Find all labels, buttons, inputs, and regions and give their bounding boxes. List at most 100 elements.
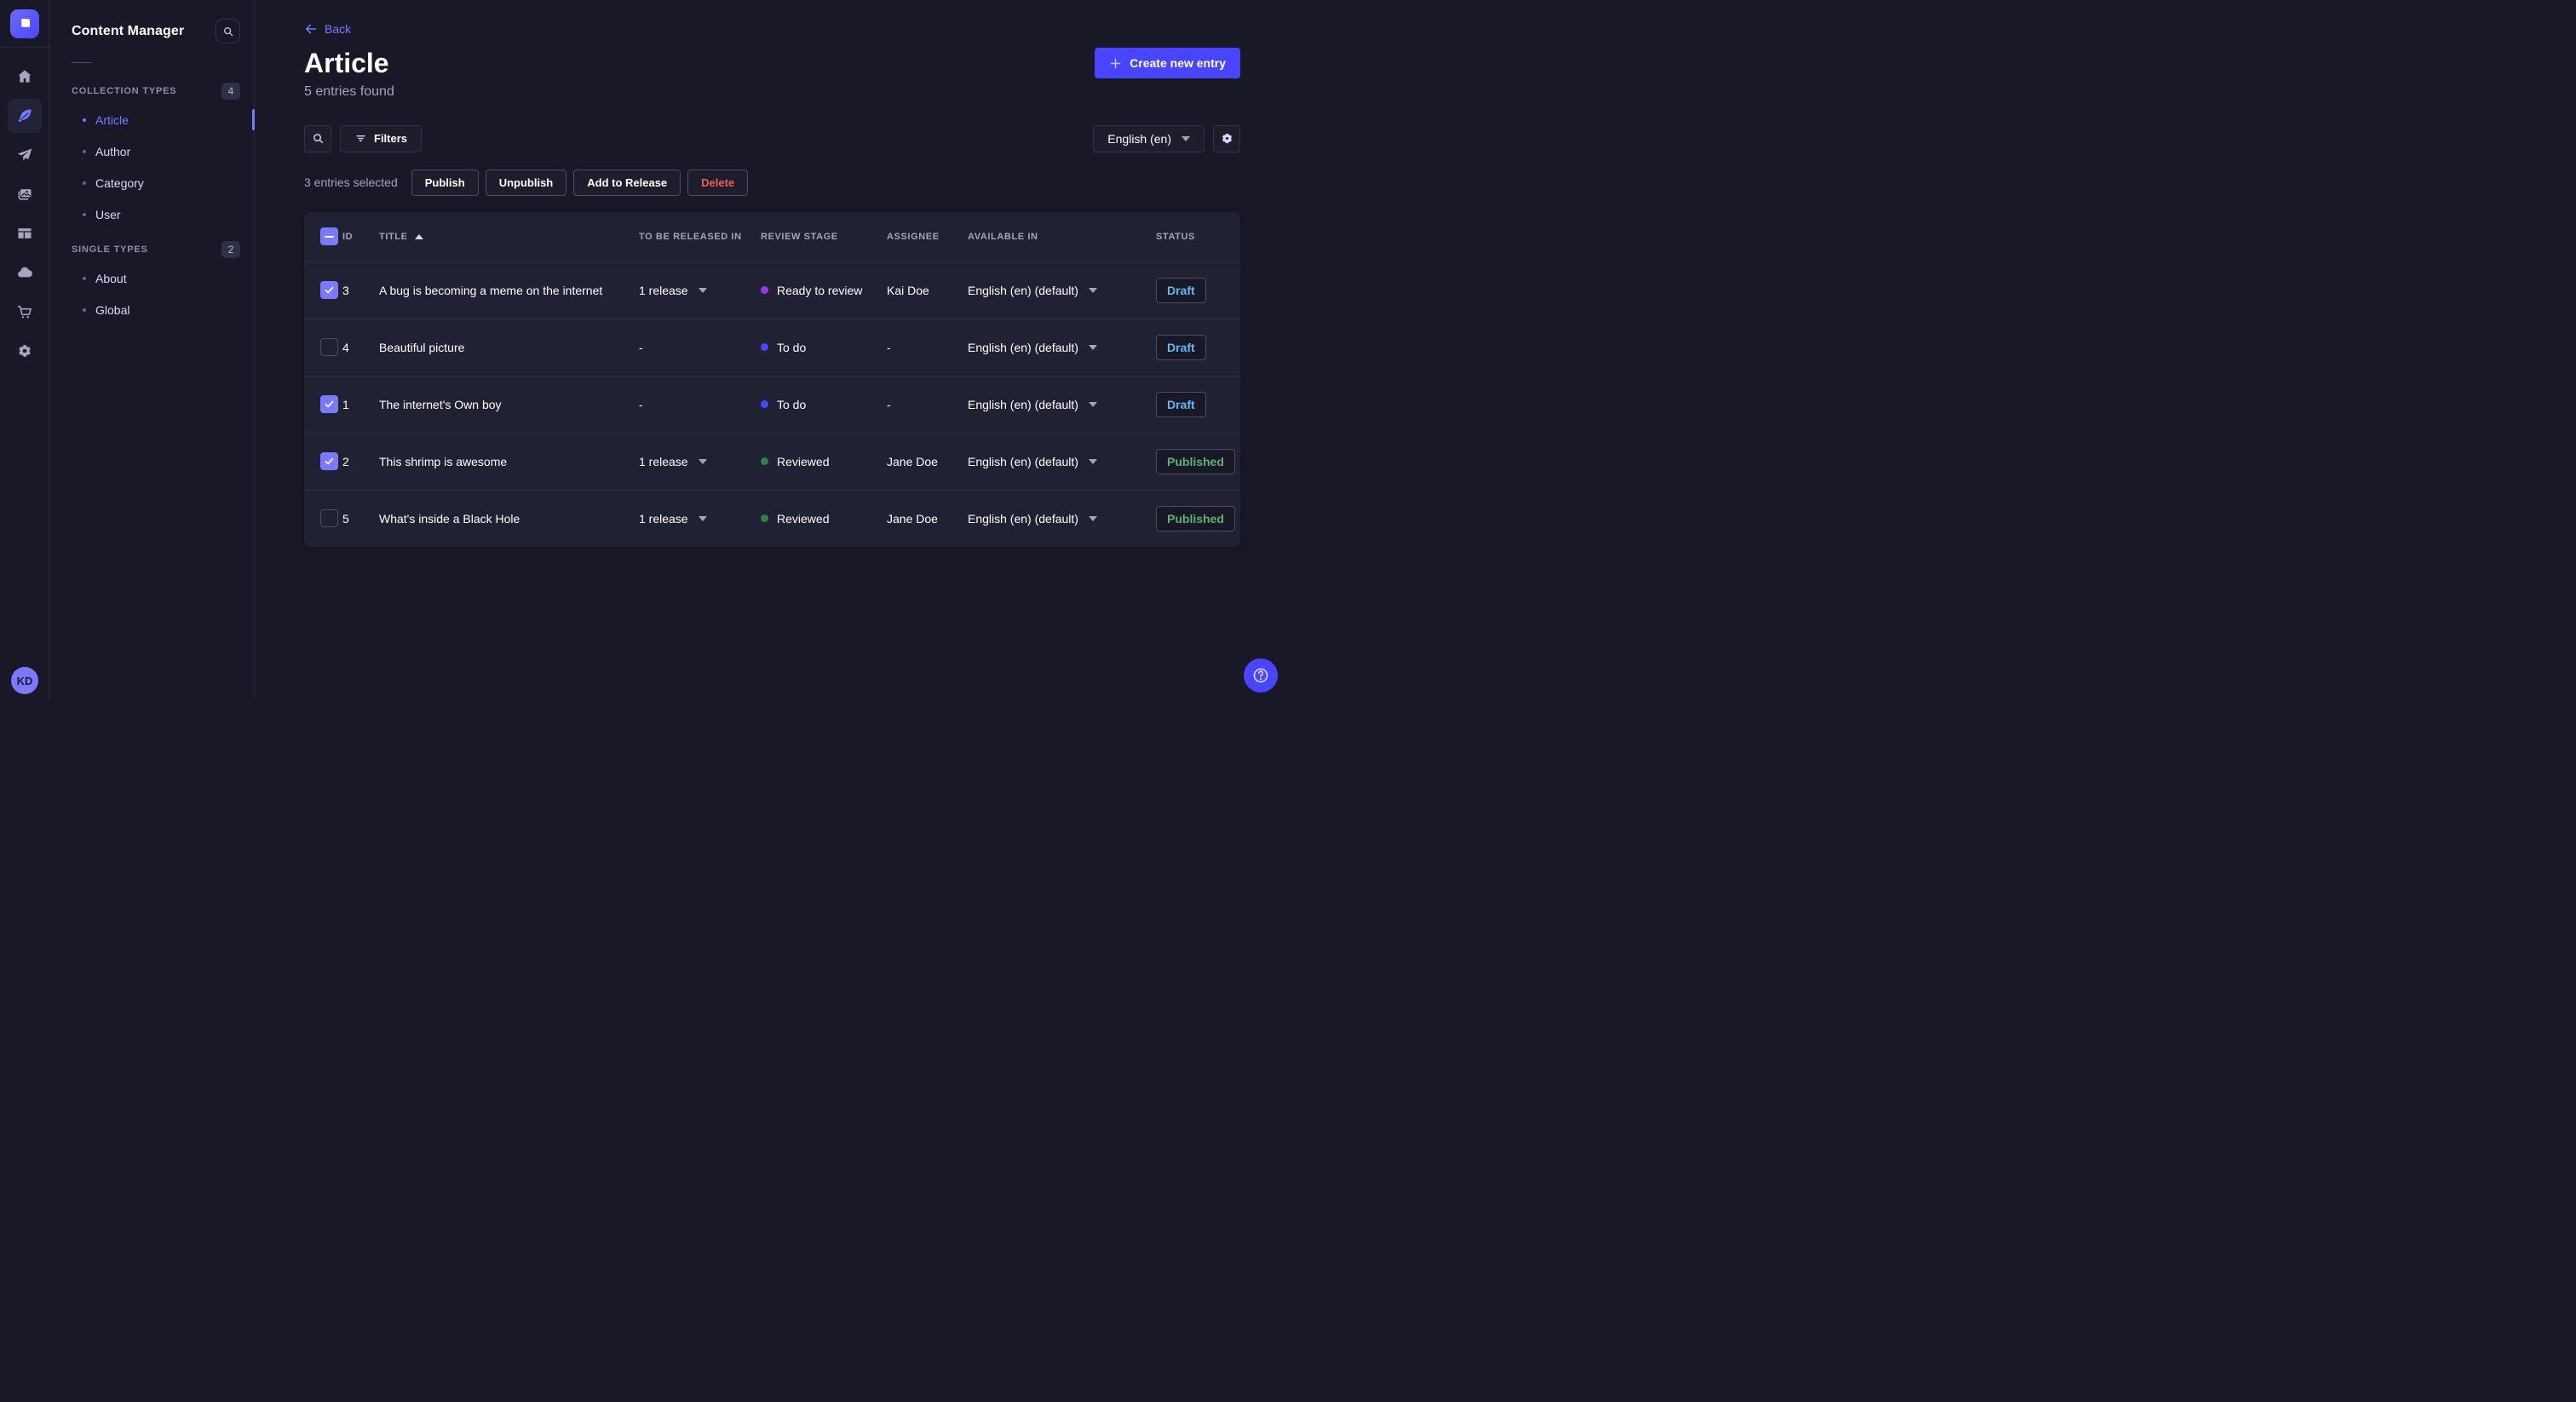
row-released-value: -: [639, 397, 643, 411]
section-count-badge: 2: [221, 241, 240, 258]
status-badge: Draft: [1156, 391, 1206, 417]
row-available-in[interactable]: English (en) (default): [968, 284, 1156, 297]
sidebar-item-label: User: [95, 207, 121, 221]
row-id: 5: [342, 511, 349, 526]
table-row[interactable]: 5 What's inside a Black Hole 1 release R…: [304, 489, 1240, 547]
row-checkbox[interactable]: [320, 281, 338, 300]
sidebar-item-label: Category: [95, 175, 144, 190]
locale-value: English (en): [1107, 131, 1171, 146]
entries-table: ID TITLE TO BE RELEASED IN REVIEW STAGE …: [304, 211, 1240, 547]
row-title: The internet's Own boy: [379, 397, 502, 411]
table-row[interactable]: 2 This shrimp is awesome 1 release Revie…: [304, 432, 1240, 490]
row-review-stage: To do: [761, 398, 887, 411]
column-header-status[interactable]: STATUS: [1156, 232, 1240, 242]
strapi-logo[interactable]: [0, 0, 49, 48]
row-available-in[interactable]: English (en) (default): [968, 398, 1156, 411]
publish-button[interactable]: Publish: [411, 169, 479, 196]
row-released-in[interactable]: 1 release: [639, 284, 761, 297]
help-button[interactable]: [1244, 658, 1278, 692]
row-checkbox[interactable]: [320, 395, 338, 414]
row-released-in[interactable]: 1 release: [639, 455, 761, 468]
column-header-title[interactable]: TITLE: [379, 232, 639, 242]
row-status: Published: [1156, 448, 1240, 474]
row-assignee: Kai Doe: [887, 283, 929, 297]
table-row[interactable]: 1 The internet's Own boy - To do - Engli…: [304, 375, 1240, 433]
sidebar-item-author[interactable]: Author: [72, 135, 240, 167]
row-checkbox[interactable]: [320, 338, 338, 357]
chevron-down-icon: [1088, 515, 1097, 521]
row-review-stage: Reviewed: [761, 512, 887, 526]
select-all-checkbox[interactable]: [320, 227, 338, 246]
sidebar-item-user[interactable]: User: [72, 198, 240, 230]
row-released-value: 1 release: [639, 511, 688, 526]
status-badge: Draft: [1156, 277, 1206, 303]
sidebar-item-about[interactable]: About: [72, 262, 240, 294]
section-label: SINGLE TYPES: [72, 244, 148, 255]
sidebar-item-label: About: [95, 271, 127, 285]
entries-count: 5 entries found: [304, 83, 394, 99]
stage-label: To do: [777, 340, 807, 354]
content-feather-icon[interactable]: [7, 99, 42, 133]
row-assignee: -: [887, 397, 891, 411]
column-header-id[interactable]: ID: [342, 232, 379, 242]
table-row[interactable]: 4 Beautiful picture - To do - English (e…: [304, 318, 1240, 376]
row-title: What's inside a Black Hole: [379, 511, 520, 526]
settings-gear-icon[interactable]: [8, 334, 42, 368]
stage-label: Ready to review: [777, 283, 863, 297]
content-manager-subnav: Content Manager COLLECTION TYPES 4 Article…: [49, 0, 255, 701]
release-plane-icon[interactable]: [8, 138, 42, 172]
locale-select[interactable]: English (en): [1093, 124, 1205, 152]
search-icon[interactable]: [216, 19, 240, 43]
column-header-review-stage[interactable]: REVIEW STAGE: [761, 232, 887, 242]
row-assignee: Jane Doe: [887, 454, 938, 468]
cloud-icon[interactable]: [8, 256, 42, 290]
settings-gear-icon[interactable]: [1213, 124, 1240, 152]
table-row[interactable]: 3 A bug is becoming a meme on the intern…: [304, 261, 1240, 319]
sidebar-item-label: Article: [95, 112, 129, 127]
delete-button[interactable]: Delete: [687, 169, 749, 196]
row-title: This shrimp is awesome: [379, 454, 508, 468]
stage-dot-icon: [761, 400, 768, 409]
sidebar-item-label: Author: [95, 144, 131, 158]
divider: [72, 62, 92, 63]
media-library-icon[interactable]: [8, 177, 42, 211]
table-header-row: ID TITLE TO BE RELEASED IN REVIEW STAGE …: [304, 212, 1240, 261]
unpublish-button[interactable]: Unpublish: [485, 169, 567, 196]
column-header-released[interactable]: TO BE RELEASED IN: [639, 232, 761, 242]
row-review-stage: Reviewed: [761, 455, 887, 468]
row-available-in[interactable]: English (en) (default): [968, 455, 1156, 468]
main-content: Back Article Create new entry 5 entries …: [255, 0, 1288, 701]
sidebar-item-label: Global: [95, 302, 130, 317]
row-checkbox[interactable]: [320, 452, 338, 471]
chevron-down-icon: [1088, 287, 1097, 293]
filters-button[interactable]: Filters: [340, 124, 423, 152]
home-icon[interactable]: [8, 60, 42, 94]
sidebar-item-global[interactable]: Global: [72, 294, 240, 325]
bullet-icon: [83, 149, 86, 153]
column-header-assignee[interactable]: ASSIGNEE: [887, 232, 968, 242]
user-avatar[interactable]: KD: [11, 667, 38, 694]
stage-dot-icon: [761, 343, 768, 352]
create-new-entry-button[interactable]: Create new entry: [1095, 48, 1240, 78]
sidebar-item-article[interactable]: Article: [72, 104, 255, 135]
sort-ascending-icon: [414, 233, 423, 239]
chevron-down-icon: [1182, 135, 1190, 141]
plus-icon: [1110, 58, 1121, 68]
row-status: Published: [1156, 505, 1240, 531]
filter-icon: [356, 135, 365, 142]
row-available-in[interactable]: English (en) (default): [968, 512, 1156, 526]
stage-dot-icon: [761, 457, 768, 466]
back-link[interactable]: Back: [304, 22, 351, 36]
row-released-in[interactable]: 1 release: [639, 512, 761, 526]
content-type-builder-icon[interactable]: [8, 216, 42, 250]
main-nav-rail: KD: [0, 0, 49, 701]
column-header-available-in[interactable]: AVAILABLE IN: [968, 232, 1156, 242]
row-released-value: 1 release: [639, 454, 688, 468]
sidebar-item-category[interactable]: Category: [72, 167, 240, 198]
section-label: COLLECTION TYPES: [72, 86, 177, 96]
row-checkbox[interactable]: [320, 509, 338, 528]
marketplace-cart-icon[interactable]: [8, 295, 42, 329]
search-icon[interactable]: [304, 124, 331, 152]
add-to-release-button[interactable]: Add to Release: [573, 169, 681, 196]
row-available-in[interactable]: English (en) (default): [968, 341, 1156, 354]
